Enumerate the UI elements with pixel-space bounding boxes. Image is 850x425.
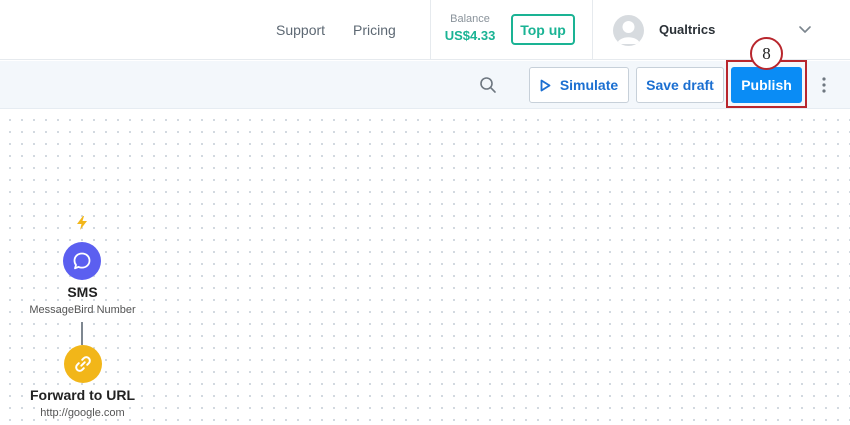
sms-node-subtitle: MessageBird Number bbox=[29, 304, 136, 316]
flow-canvas[interactable] bbox=[0, 110, 850, 425]
balance-label: Balance bbox=[450, 13, 490, 25]
step-number-badge: 8 bbox=[750, 37, 783, 70]
save-draft-button[interactable]: Save draft bbox=[636, 67, 724, 103]
account-name[interactable]: Qualtrics bbox=[659, 22, 715, 37]
top-up-button[interactable]: Top up bbox=[511, 14, 575, 45]
simulate-button[interactable]: Simulate bbox=[529, 67, 629, 103]
lightning-bolt-icon bbox=[77, 216, 87, 230]
publish-button[interactable]: Publish bbox=[731, 67, 802, 103]
balance-value: US$4.33 bbox=[444, 28, 496, 43]
user-avatar-icon bbox=[617, 21, 640, 44]
play-icon bbox=[540, 79, 551, 91]
forward-url-node[interactable] bbox=[64, 345, 102, 383]
forward-url-node-title: Forward to URL bbox=[0, 387, 165, 403]
chevron-down-icon[interactable] bbox=[796, 20, 814, 38]
flow-toolbar: Simulate Save draft Publish bbox=[0, 61, 850, 109]
divider bbox=[592, 0, 593, 60]
forward-url-title-text: Forward to URL bbox=[28, 387, 137, 403]
sms-node-title: SMS bbox=[67, 284, 98, 300]
link-icon bbox=[75, 356, 91, 372]
sms-node[interactable] bbox=[63, 242, 101, 280]
simulate-label: Simulate bbox=[559, 77, 619, 93]
search-icon[interactable] bbox=[478, 75, 498, 95]
forward-url-node-subtitle: http://google.com bbox=[0, 407, 165, 419]
more-options-icon[interactable] bbox=[817, 76, 831, 94]
nav-link-support[interactable]: Support bbox=[276, 22, 325, 38]
top-navigation-bar: Support Pricing Balance US$4.33 Top up Q… bbox=[0, 0, 850, 60]
forward-url-subtitle-text: http://google.com bbox=[38, 407, 127, 419]
avatar[interactable] bbox=[613, 15, 644, 46]
nav-link-pricing[interactable]: Pricing bbox=[353, 22, 396, 38]
chat-bubble-icon bbox=[73, 252, 91, 270]
node-connector bbox=[81, 322, 83, 345]
